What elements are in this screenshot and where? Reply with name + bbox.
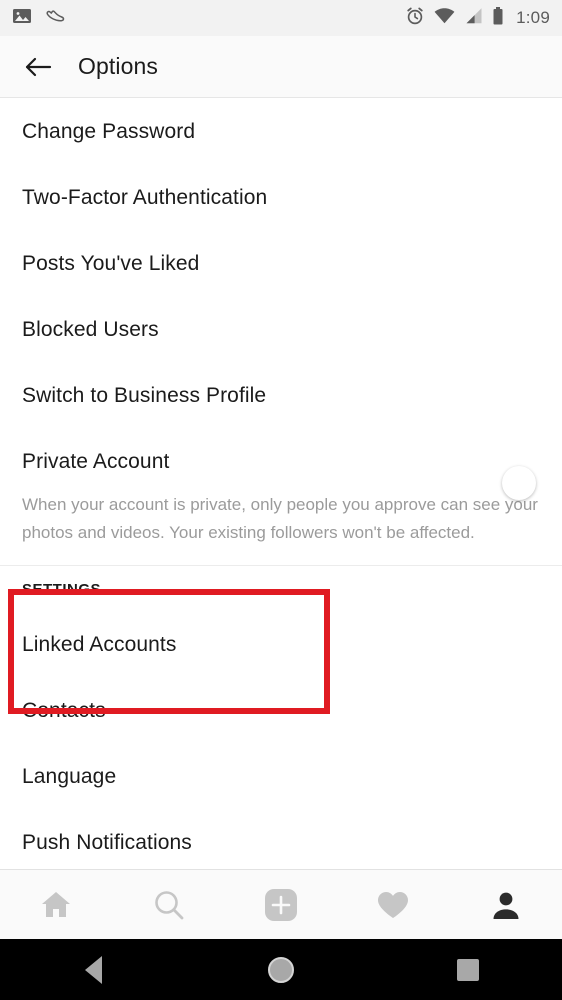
system-home-button[interactable] [187,956,374,983]
status-bar-right-icons: 1:09 [405,6,550,31]
app-toolbar: Options [0,36,562,98]
list-item-label: Linked Accounts [22,633,177,656]
status-bar-left-icons [12,6,66,31]
nav-item-search[interactable] [112,870,224,939]
page-title: Options [78,53,158,79]
system-back-button[interactable] [0,955,187,984]
photo-icon [12,6,32,31]
list-item-label: Language [22,765,117,788]
arrow-left-icon [25,57,52,76]
list-item-label: Blocked Users [22,318,159,341]
list-item-label: Posts You've Liked [22,252,200,275]
back-button[interactable] [14,43,62,91]
list-item-switch-to-business-profile[interactable]: Switch to Business Profile [0,363,562,429]
shoe-icon [44,6,66,31]
heart-icon [378,891,409,918]
battery-icon [492,6,504,31]
list-item-blocked-users[interactable]: Blocked Users [0,297,562,363]
list-item-posts-youve-liked[interactable]: Posts You've Liked [0,231,562,297]
profile-icon [493,892,519,919]
circle-home-icon [267,956,294,983]
section-header-settings: SETTINGS [22,580,102,598]
options-list[interactable]: Change Password Two-Factor Authenticatio… [0,99,562,869]
home-icon [42,891,71,917]
list-item-change-password[interactable]: Change Password [0,99,562,165]
private-account-label: Private Account [22,450,170,473]
list-item-contacts[interactable]: Contacts [0,678,562,744]
system-navigation-bar [0,939,562,1000]
bottom-navigation-bar [0,869,562,939]
list-item-label: Two-Factor Authentication [22,186,268,209]
list-item-label: Contacts [22,699,106,722]
list-item-label: Change Password [22,120,196,143]
phone-screen: 1:09 Options Change Password Two-Factor … [0,0,562,1000]
list-item-label: Push Notifications [22,831,192,854]
status-bar-clock: 1:09 [516,8,550,27]
add-post-icon [265,888,298,921]
alarm-clock-icon [405,6,425,31]
wifi-icon [434,7,455,30]
nav-item-activity[interactable] [337,870,449,939]
search-icon [154,890,184,919]
nav-item-profile[interactable] [450,870,562,939]
nav-item-home[interactable] [0,870,112,939]
status-bar: 1:09 [0,0,562,36]
cell-signal-icon [464,7,483,30]
system-recents-button[interactable] [375,958,562,981]
list-item-label: Switch to Business Profile [22,384,267,407]
list-item-linked-accounts[interactable]: Linked Accounts [0,612,562,678]
list-item-push-notifications[interactable]: Push Notifications [0,810,562,869]
toggle-knob [502,466,536,500]
nav-item-add-post[interactable] [225,870,337,939]
list-item-two-factor-authentication[interactable]: Two-Factor Authentication [0,165,562,231]
list-item-private-account[interactable]: Private Account [0,429,562,500]
square-recents-icon [457,958,480,981]
private-account-helper-text: When your account is private, only peopl… [22,495,538,542]
triangle-back-icon [85,955,103,984]
list-item-language[interactable]: Language [0,744,562,810]
